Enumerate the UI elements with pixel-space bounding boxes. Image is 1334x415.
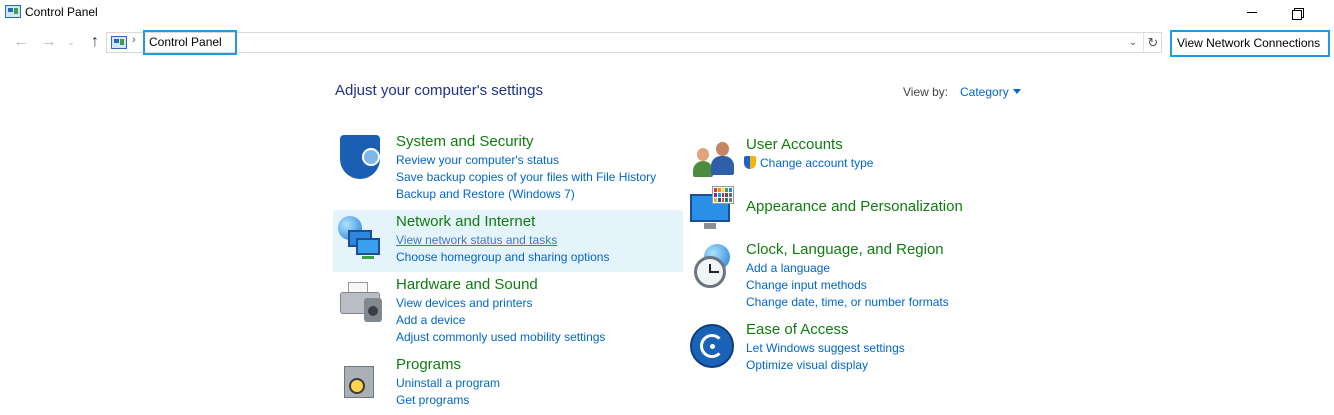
minimize-icon <box>1247 12 1257 13</box>
back-arrow-icon[interactable]: ← <box>11 32 31 52</box>
change-account-type-label: Change account type <box>760 156 874 170</box>
minimize-button[interactable] <box>1229 0 1275 26</box>
add-language-link[interactable]: Add a language <box>746 260 949 277</box>
category-user-accounts: User Accounts Change account type <box>744 135 873 172</box>
category-hardware-sound: Hardware and Sound View devices and prin… <box>396 275 605 346</box>
uac-shield-icon <box>744 156 756 169</box>
clock-language-region-link[interactable]: Clock, Language, and Region <box>746 240 949 260</box>
up-arrow-icon[interactable]: ↑ <box>85 32 105 52</box>
appearance-personalization-link[interactable]: Appearance and Personalization <box>746 197 963 217</box>
refresh-icon[interactable]: ↻ <box>1143 33 1162 52</box>
hardware-sound-link[interactable]: Hardware and Sound <box>396 275 605 295</box>
change-input-methods-link[interactable]: Change input methods <box>746 277 949 294</box>
programs-link[interactable]: Programs <box>396 355 500 375</box>
programs-icon[interactable] <box>336 356 384 404</box>
printer-icon[interactable] <box>336 276 384 324</box>
address-bar[interactable]: › Control Panel ⌄ ↻ <box>106 30 1162 55</box>
homegroup-link[interactable]: Choose homegroup and sharing options <box>396 249 609 266</box>
category-programs: Programs Uninstall a program Get program… <box>396 355 500 409</box>
breadcrumb-control-panel[interactable]: Control Panel <box>143 30 237 55</box>
shield-icon[interactable] <box>336 134 384 182</box>
ease-of-access-icon[interactable] <box>688 322 736 370</box>
uninstall-program-link[interactable]: Uninstall a program <box>396 375 500 392</box>
users-icon[interactable] <box>688 134 736 182</box>
window-title: Control Panel <box>25 5 98 19</box>
clock-icon[interactable] <box>688 242 736 290</box>
caret-down-icon <box>1012 89 1021 95</box>
appearance-icon[interactable] <box>688 186 736 234</box>
suggest-settings-link[interactable]: Let Windows suggest settings <box>746 340 905 357</box>
category-network-internet: Network and Internet View network status… <box>396 212 609 266</box>
view-network-connections-button[interactable]: View Network Connections <box>1170 30 1330 57</box>
address-dropdown-chevron-icon[interactable]: ⌄ <box>1126 35 1140 51</box>
restore-icon <box>1292 8 1304 20</box>
devices-printers-link[interactable]: View devices and printers <box>396 295 605 312</box>
category-appearance: Appearance and Personalization <box>746 197 963 217</box>
review-status-link[interactable]: Review your computer's status <box>396 152 656 169</box>
category-ease-access: Ease of Access Let Windows suggest setti… <box>746 320 905 374</box>
ease-of-access-link[interactable]: Ease of Access <box>746 320 905 340</box>
backup-restore-link[interactable]: Backup and Restore (Windows 7) <box>396 186 656 203</box>
recent-locations-chevron-icon[interactable]: ⌄ <box>64 32 78 52</box>
mobility-settings-link[interactable]: Adjust commonly used mobility settings <box>396 329 605 346</box>
forward-arrow-icon[interactable]: → <box>39 32 59 52</box>
network-status-link[interactable]: View network status and tasks <box>396 232 609 249</box>
control-panel-icon <box>5 5 21 18</box>
category-clock-region: Clock, Language, and Region Add a langua… <box>746 240 949 311</box>
change-account-type-link[interactable]: Change account type <box>744 155 873 172</box>
view-by-label: View by: <box>903 85 949 99</box>
network-icon[interactable] <box>336 214 384 262</box>
view-by-dropdown[interactable]: Category <box>960 85 1021 99</box>
system-security-link[interactable]: System and Security <box>396 132 656 152</box>
optimize-display-link[interactable]: Optimize visual display <box>746 357 905 374</box>
change-date-formats-link[interactable]: Change date, time, or number formats <box>746 294 949 311</box>
view-by-value: Category <box>960 85 1009 99</box>
get-programs-link[interactable]: Get programs <box>396 392 500 409</box>
page-title: Adjust your computer's settings <box>335 82 543 99</box>
network-internet-link[interactable]: Network and Internet <box>396 212 609 232</box>
title-bar: Control Panel <box>0 0 1334 26</box>
file-history-link[interactable]: Save backup copies of your files with Fi… <box>396 169 656 186</box>
add-device-link[interactable]: Add a device <box>396 312 605 329</box>
category-system-security: System and Security Review your computer… <box>396 132 656 203</box>
breadcrumb-separator-icon[interactable]: › <box>132 34 136 46</box>
restore-button[interactable] <box>1275 0 1321 26</box>
control-panel-icon <box>111 36 127 49</box>
user-accounts-link[interactable]: User Accounts <box>746 135 873 155</box>
